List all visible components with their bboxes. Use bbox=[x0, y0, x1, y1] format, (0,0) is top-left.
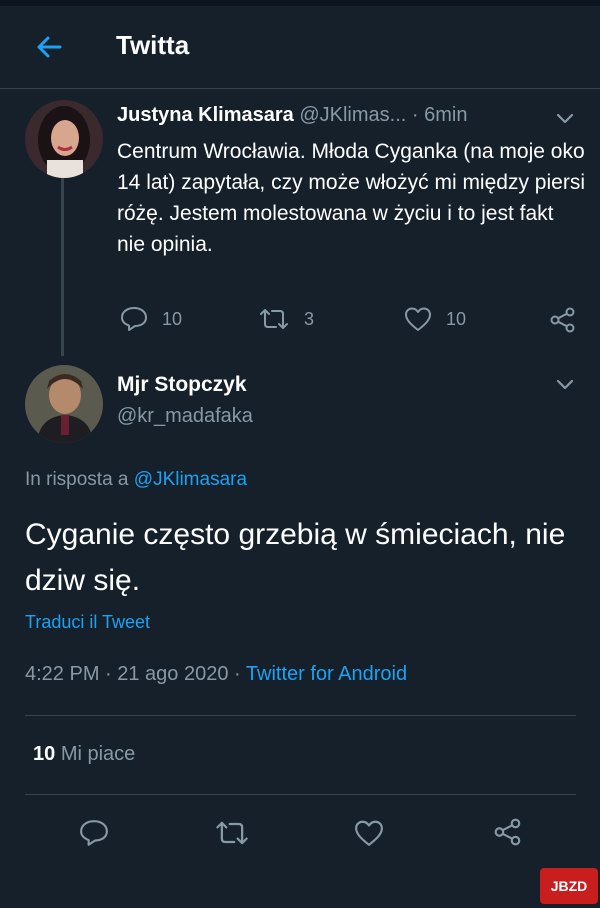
author-name[interactable]: Justyna Klimasara bbox=[117, 104, 294, 126]
share-icon[interactable] bbox=[493, 817, 523, 847]
separator: · bbox=[411, 104, 419, 126]
author-handle[interactable]: @JKlimas... bbox=[299, 104, 406, 126]
tweet-text: Cyganie często grzebią w śmieciach, nie … bbox=[25, 518, 566, 597]
divider bbox=[25, 715, 576, 716]
tweet-timestamp: 4:22 PM · 21 ago 2020 · bbox=[25, 663, 241, 685]
like-total: 10 bbox=[33, 743, 56, 765]
like-button[interactable]: 10 bbox=[404, 306, 466, 332]
retweet-icon[interactable] bbox=[214, 818, 250, 848]
tweet-author-line: Justyna Klimasara @JKlimas... · 6min bbox=[117, 104, 467, 127]
reply-count: 10 bbox=[162, 308, 183, 329]
arrow-left-icon[interactable] bbox=[34, 32, 64, 62]
reply-icon[interactable] bbox=[79, 818, 109, 848]
chevron-down-icon[interactable] bbox=[554, 107, 576, 129]
retweet-icon bbox=[260, 309, 288, 329]
reply-context: In risposta a @JKlimasara bbox=[25, 469, 247, 491]
reply-prefix: In risposta a bbox=[25, 469, 129, 490]
share-icon[interactable] bbox=[549, 306, 577, 334]
reply-button[interactable]: 10 bbox=[120, 306, 182, 332]
page-title: Twitta bbox=[116, 30, 190, 60]
heart-icon bbox=[405, 307, 431, 331]
like-count: 10 bbox=[446, 308, 467, 329]
author-name[interactable]: Mjr Stopczyk bbox=[117, 373, 247, 397]
likes-summary[interactable]: 10 Mi piace bbox=[33, 743, 135, 766]
thread-line bbox=[61, 178, 64, 356]
author-handle[interactable]: @kr_madafaka bbox=[117, 405, 253, 428]
watermark-logo: JBZD bbox=[540, 868, 598, 904]
reply-to-link[interactable]: @JKlimasara bbox=[134, 469, 247, 490]
client-link[interactable]: Twitter for Android bbox=[246, 663, 407, 685]
like-label: Mi piace bbox=[60, 743, 136, 765]
tweet-meta: 4:22 PM · 21 ago 2020 · Twitter for Andr… bbox=[25, 663, 407, 686]
avatar[interactable] bbox=[25, 100, 103, 178]
chevron-down-icon[interactable] bbox=[554, 373, 576, 395]
reply-icon bbox=[121, 307, 147, 331]
tweet-text: Centrum Wrocławia. Młoda Cyganka (na moj… bbox=[117, 140, 585, 256]
avatar[interactable] bbox=[25, 365, 103, 443]
header-bar: Twitta bbox=[0, 6, 600, 89]
retweet-button[interactable]: 3 bbox=[258, 306, 314, 332]
divider bbox=[25, 794, 576, 795]
tweet-time: 6min bbox=[424, 104, 468, 126]
translate-link[interactable]: Traduci il Tweet bbox=[25, 612, 150, 633]
heart-icon[interactable] bbox=[354, 818, 384, 848]
retweet-count: 3 bbox=[304, 308, 315, 329]
